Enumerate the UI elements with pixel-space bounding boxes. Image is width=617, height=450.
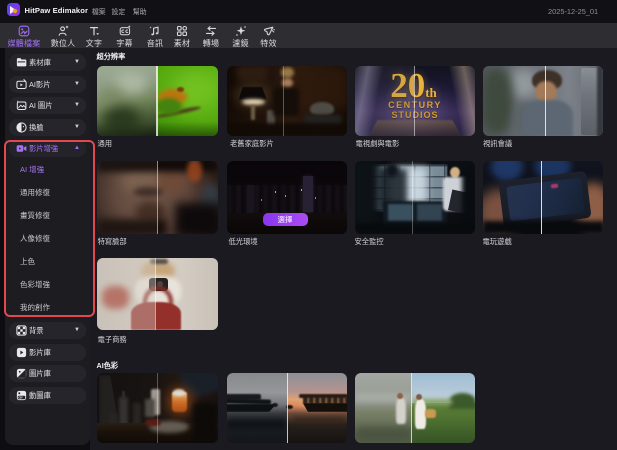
svg-text:GIF: GIF xyxy=(18,395,23,399)
